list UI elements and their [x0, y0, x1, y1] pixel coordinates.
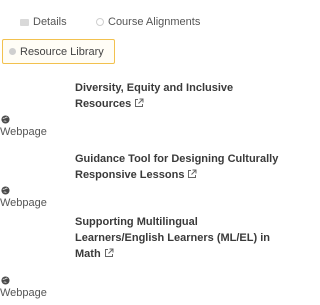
tab-details-label: Details [33, 16, 67, 28]
globe-icon [1, 115, 10, 124]
tab-resource-library-label: Resource Library [20, 45, 104, 58]
globe-icon [1, 186, 10, 195]
tab-resource-library[interactable]: Resource Library [2, 39, 115, 64]
resource-title-link[interactable]: Diversity, Equity and Inclusive Resource… [75, 80, 280, 112]
resource-type: Webpage [0, 186, 47, 209]
tab-course-alignments-label: Course Alignments [108, 16, 201, 28]
resource-title-link[interactable]: Supporting Multilingual Learners/English… [75, 214, 280, 262]
resource-type: Webpage [0, 115, 47, 138]
resource-title-link[interactable]: Guidance Tool for Designing Culturally R… [75, 151, 280, 183]
external-link-icon [104, 248, 114, 257]
resource-type-label: Webpage [0, 197, 47, 209]
external-link-icon [188, 169, 197, 178]
resource-type: Webpage [0, 276, 47, 299]
tab-course-alignments[interactable]: Course Alignments [96, 15, 200, 29]
resource-type-label: Webpage [0, 287, 47, 299]
resource-title-text: Diversity, Equity and Inclusive Resource… [75, 82, 234, 110]
details-icon [20, 18, 29, 26]
globe-icon [1, 276, 10, 285]
alignment-icon [96, 18, 104, 26]
library-icon [9, 48, 16, 55]
tab-details[interactable]: Details [20, 15, 67, 29]
tab-bar: Details Course Alignments Resource Libra… [0, 0, 283, 70]
resource-type-label: Webpage [0, 126, 47, 138]
external-link-icon [135, 98, 144, 107]
resource-title-text: Guidance Tool for Designing Culturally R… [75, 153, 279, 181]
